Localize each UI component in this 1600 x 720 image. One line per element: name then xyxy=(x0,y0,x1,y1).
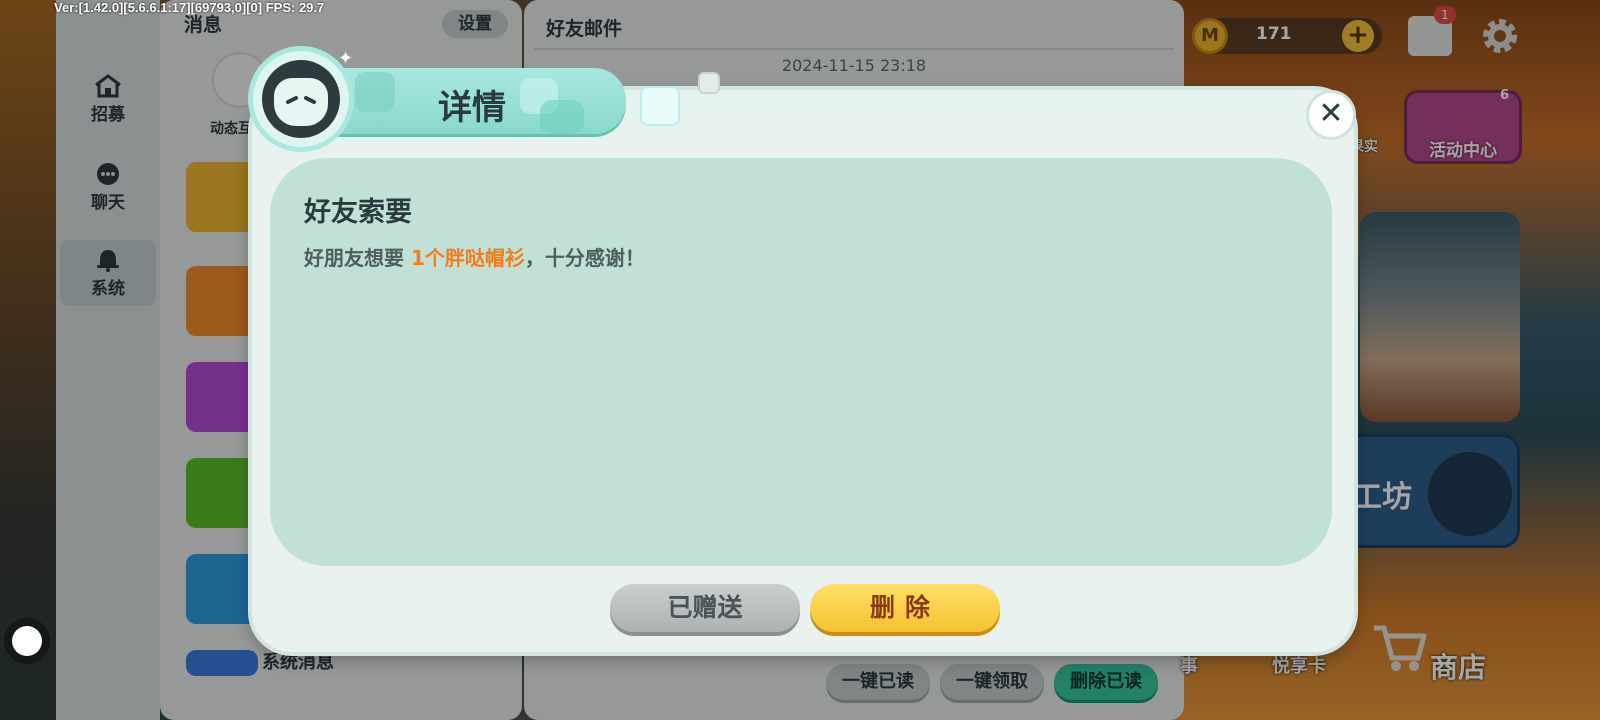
sparkle-icon: ✦ xyxy=(338,48,354,69)
coin-icon: M xyxy=(1192,18,1228,54)
requested-item: 1个胖哒帽衫 xyxy=(410,246,525,270)
mail-tile[interactable] xyxy=(186,554,258,624)
nav-item-system[interactable]: 系统 xyxy=(60,240,156,306)
divider xyxy=(534,48,1174,50)
gear-icon[interactable] xyxy=(1478,14,1522,58)
mail-date: 2024-11-15 23:18 xyxy=(781,56,927,75)
detail-body-prefix: 好朋友想要 xyxy=(304,246,411,270)
nav-item-recruit[interactable]: 招募 xyxy=(60,66,156,132)
system-message-tile[interactable] xyxy=(186,650,258,676)
coin-value: 171 xyxy=(1256,24,1292,44)
add-coin-button[interactable]: + xyxy=(1342,20,1374,52)
mark-all-read-button[interactable]: 一键已读 xyxy=(826,664,930,700)
decoration xyxy=(640,86,680,126)
decoration xyxy=(355,72,395,112)
creation-tile[interactable] xyxy=(186,458,258,528)
bell-icon xyxy=(97,249,119,272)
mail-panel-title: 好友邮件 xyxy=(546,18,623,40)
detail-heading: 好友索要 xyxy=(304,197,412,228)
decoration xyxy=(698,72,720,94)
detail-content xyxy=(270,158,1332,566)
floating-assist-button[interactable] xyxy=(12,626,42,656)
pass-card-label[interactable]: 悦享卡 xyxy=(1272,652,1326,678)
chat-bubble-icon xyxy=(97,162,119,185)
workshop-label: 工坊 xyxy=(1352,480,1412,515)
nav-item-chat[interactable]: 聊天 xyxy=(60,154,156,220)
mascot-eyes xyxy=(286,96,316,104)
delete-read-button[interactable]: 删除已读 xyxy=(1054,664,1158,700)
nav-item-label: 聊天 xyxy=(91,192,125,213)
character-portrait[interactable] xyxy=(1360,212,1520,422)
shop-label[interactable]: 商店 xyxy=(1430,646,1486,686)
detail-body-suffix: ，十分感谢！ xyxy=(524,246,645,270)
activity-center-label: 活动中心 xyxy=(1429,141,1497,161)
mail-badge: 1 xyxy=(1434,6,1456,24)
home-icon xyxy=(95,73,121,97)
cart-icon[interactable] xyxy=(1368,616,1428,676)
gift-tile[interactable] xyxy=(186,362,258,432)
decoration xyxy=(540,100,584,134)
delete-button[interactable]: 删除 xyxy=(810,584,1000,632)
gifted-button[interactable]: 已赠送 xyxy=(610,584,800,632)
left-nav: 招募 聊天 系统 xyxy=(56,0,160,720)
story-label: 事 xyxy=(1180,656,1198,677)
detail-body: 好朋友想要 1个胖哒帽衫，十分感谢！ xyxy=(304,242,645,271)
settings-button[interactable]: 设置 xyxy=(442,10,508,38)
modal-title: 详情 xyxy=(438,88,506,128)
nav-item-label: 系统 xyxy=(91,278,125,299)
announcement-tile[interactable] xyxy=(186,266,258,336)
close-button[interactable]: ✕ xyxy=(1306,90,1356,140)
fruit-label: 果实 xyxy=(1350,139,1378,155)
claim-all-button[interactable]: 一键领取 xyxy=(940,664,1044,700)
background-left xyxy=(0,0,60,720)
activity-badge: 6 xyxy=(1500,88,1510,103)
friend-mail-tile[interactable] xyxy=(186,162,258,232)
dynamic-interaction-label: 动态互 xyxy=(210,121,252,137)
pickaxe-icon xyxy=(1428,452,1512,536)
nav-item-label: 招募 xyxy=(91,104,125,125)
debug-info: Ver:[1.42.0][5.6.6.1:17][69793,0][0] FPS… xyxy=(54,0,325,15)
